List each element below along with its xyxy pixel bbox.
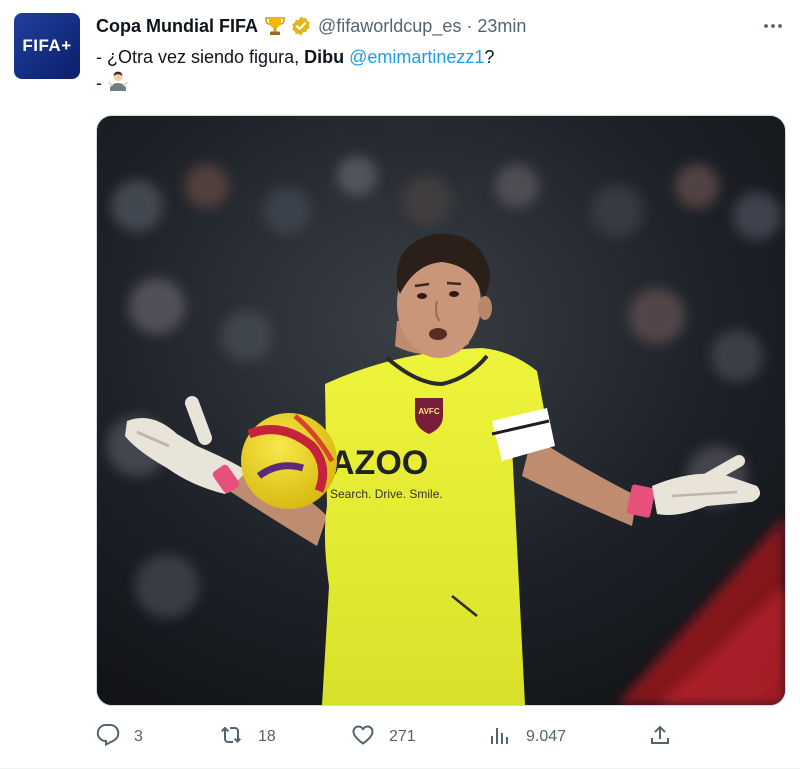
tweet-line-2: -	[96, 70, 780, 99]
display-name[interactable]: Copa Mundial FIFA	[96, 16, 258, 37]
tweet-text: - ¿Otra vez siendo figura, Dibu @emimart…	[96, 45, 780, 99]
tweet-line-1: - ¿Otra vez siendo figura, Dibu @emimart…	[96, 45, 780, 70]
goalkeeper-photo: AVFC AZOO Search. Drive. Smile.	[97, 116, 785, 705]
football	[241, 413, 337, 509]
separator-dot: ·	[466, 15, 473, 36]
reply-count: 3	[134, 728, 143, 745]
tweet-line-2-prefix: -	[96, 73, 107, 93]
more-options-icon[interactable]	[762, 13, 784, 39]
tweet-text-bold: Dibu	[304, 47, 345, 67]
retweet-button[interactable]: 18	[220, 722, 276, 752]
like-count: 271	[389, 728, 416, 745]
person-shrugging-icon	[107, 70, 129, 99]
like-button[interactable]: 271	[351, 722, 416, 752]
trophy-icon	[264, 15, 286, 37]
user-handle[interactable]: @fifaworldcup_es	[318, 16, 461, 37]
share-icon	[648, 723, 672, 752]
timestamp[interactable]: 23min	[477, 16, 526, 37]
tweet: FIFA+ Copa Mundial FIFA @fifaworldcup_es…	[0, 0, 800, 769]
reply-button[interactable]: 3	[96, 722, 143, 752]
retweet-count: 18	[258, 728, 276, 745]
reply-icon	[96, 723, 120, 752]
views-button[interactable]: 9.047	[488, 722, 566, 752]
tweet-header: Copa Mundial FIFA @fifaworldcup_es · 23m…	[96, 13, 784, 39]
mention-link[interactable]: @emimartinezz1	[349, 47, 484, 67]
tweet-text-suffix: ?	[484, 47, 495, 67]
views-count: 9.047	[526, 728, 567, 745]
shirt-sponsor: AZOO	[330, 444, 428, 482]
retweet-icon	[220, 723, 244, 752]
tweet-text-prefix: - ¿Otra vez siendo figura,	[96, 47, 305, 67]
club-crest-text: AVFC	[418, 407, 439, 416]
action-bar: 3 18 271 9.047	[96, 722, 784, 752]
avatar[interactable]: FIFA+	[14, 13, 80, 79]
tweet-photo[interactable]: AVFC AZOO Search. Drive. Smile.	[96, 115, 786, 706]
views-icon	[488, 723, 512, 752]
share-button[interactable]	[648, 722, 672, 752]
shirt-tagline: Search. Drive. Smile.	[330, 487, 443, 501]
fifa-plus-logo: FIFA+	[22, 36, 72, 55]
heart-icon	[351, 723, 375, 752]
verified-badge-icon[interactable]	[290, 15, 312, 37]
